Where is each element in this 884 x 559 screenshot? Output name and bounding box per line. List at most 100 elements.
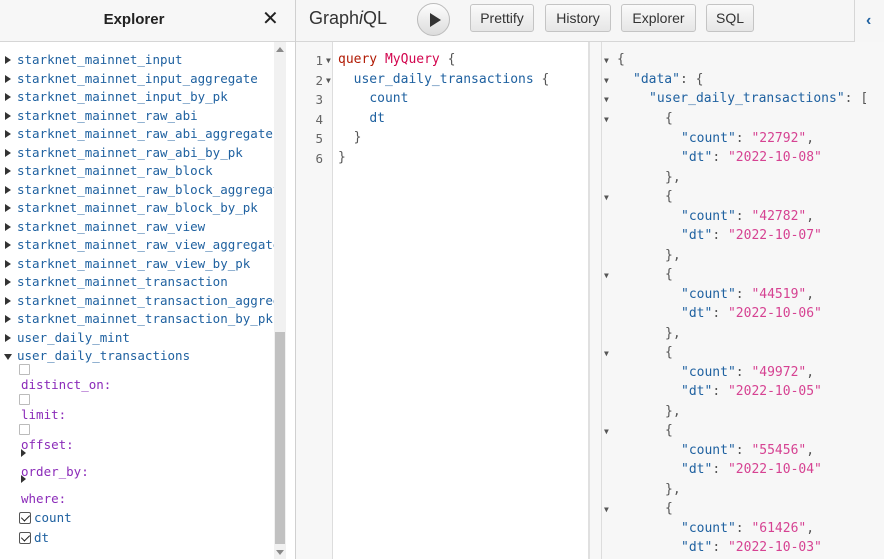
explorer-field-row[interactable]: user_daily_mint [0,329,274,347]
fold-arrow-icon[interactable]: ▼ [604,349,609,358]
fold-arrow-icon[interactable]: ▼ [604,56,609,65]
expand-triangle-icon[interactable] [5,185,11,194]
explorer-field-name[interactable]: starknet_mainnet_raw_view [17,218,205,236]
editor-line-6[interactable]: } [338,150,346,165]
explorer-field-row[interactable]: starknet_mainnet_input_aggregate [0,70,274,88]
explorer-field-row[interactable]: starknet_mainnet_raw_abi_aggregate [0,125,274,143]
expand-triangle-icon[interactable] [5,278,11,286]
field-checkbox-checked[interactable] [19,532,31,544]
expand-triangle-icon[interactable] [5,259,11,268]
explorer-field-row-expanded[interactable]: user_daily_transactions [0,347,274,365]
explorer-field-name[interactable]: starknet_mainnet_input [17,51,183,69]
explorer-button[interactable]: Explorer [621,4,696,32]
argument-label[interactable]: distinct_on: [21,377,111,392]
expand-triangle-icon[interactable] [5,56,11,64]
explorer-field-row[interactable]: starknet_mainnet_input_by_pk [0,88,274,106]
result-dt-line: "dt": "2022-10-04" [681,462,822,477]
argument-label[interactable]: order_by: [21,464,89,479]
explorer-field-name[interactable]: starknet_mainnet_raw_abi [17,107,198,125]
explorer-field-name[interactable]: starknet_mainnet_input_by_pk [17,88,228,106]
collapse-triangle-icon[interactable] [4,354,12,360]
history-button[interactable]: History [545,4,611,32]
explorer-field-row[interactable]: starknet_mainnet_raw_view_aggregate [0,236,274,254]
docs-toggle[interactable]: ‹ [854,0,884,42]
expand-triangle-icon[interactable] [21,475,26,483]
explorer-field-name[interactable]: user_daily_mint [17,329,130,347]
fold-arrow-icon[interactable]: ▼ [326,76,331,85]
argument-label[interactable]: where: [21,491,66,506]
explorer-field-row[interactable]: starknet_mainnet_raw_abi [0,107,274,125]
explorer-field-name[interactable]: user_daily_transactions [17,347,190,365]
explorer-field-name[interactable]: starknet_mainnet_raw_block_by_pk [17,199,258,217]
scroll-down-arrow-icon[interactable] [276,550,284,555]
editor-line-1[interactable]: query MyQuery { [338,52,455,67]
explorer-field-name[interactable]: starknet_mainnet_raw_abi_aggregate [17,125,273,143]
argument-label[interactable]: limit: [21,407,66,422]
run-query-button[interactable] [417,3,450,36]
editor-line-5[interactable]: } [338,130,362,145]
expand-triangle-icon[interactable] [5,333,11,342]
fold-arrow-icon[interactable]: ▼ [604,193,609,202]
expand-triangle-icon[interactable] [5,241,11,249]
editor-line-2[interactable]: user_daily_transactions { [338,72,550,87]
expand-triangle-icon[interactable] [5,130,11,138]
expand-triangle-icon[interactable] [5,315,11,323]
expand-triangle-icon[interactable] [5,167,11,175]
expand-triangle-icon[interactable] [5,296,11,305]
explorer-scrollbar[interactable] [274,42,286,559]
line-number: 2 [315,73,323,88]
fold-arrow-icon[interactable]: ▼ [604,115,609,124]
explorer-field-row[interactable]: starknet_mainnet_transaction [0,273,274,291]
explorer-field-row[interactable]: starknet_mainnet_raw_block [0,162,274,180]
fold-arrow-icon[interactable]: ▼ [326,56,331,65]
explorer-field-row[interactable]: starknet_mainnet_raw_view_by_pk [0,255,274,273]
explorer-field-name[interactable]: starknet_mainnet_transaction_aggregate [17,292,274,310]
expand-triangle-icon[interactable] [5,93,11,101]
query-editor[interactable]: 1 ▼ 2 ▼ 3 4 5 6 query MyQuery { user_daily_tran… [296,42,589,559]
chevron-left-icon[interactable]: ‹ [866,12,871,30]
subfield-label[interactable]: dt [34,530,49,545]
explorer-field-name[interactable]: starknet_mainnet_raw_block_aggregate [17,181,274,199]
result-count-line: "count": "49972", [681,365,815,380]
fold-arrow-icon[interactable]: ▼ [604,76,609,85]
line-number: 6 [315,151,323,166]
fold-arrow-icon[interactable]: ▼ [604,505,609,514]
explorer-field-name[interactable]: starknet_mainnet_raw_view_by_pk [17,255,250,273]
explorer-field-row[interactable]: starknet_mainnet_raw_block_by_pk [0,199,274,217]
scroll-thumb[interactable] [275,332,285,544]
expand-triangle-icon[interactable] [21,449,26,457]
explorer-field-row[interactable]: starknet_mainnet_raw_block_aggregate [0,181,274,199]
explorer-field-name[interactable]: starknet_mainnet_raw_block [17,162,213,180]
explorer-field-name[interactable]: starknet_mainnet_raw_abi_by_pk [17,144,243,162]
subfield-label[interactable]: count [34,510,72,525]
argument-checkbox[interactable] [19,394,30,405]
scroll-up-arrow-icon[interactable] [276,47,284,52]
fold-arrow-icon[interactable]: ▼ [604,95,609,104]
explorer-field-name[interactable]: starknet_mainnet_input_aggregate [17,70,258,88]
explorer-field-row[interactable]: starknet_mainnet_input [0,51,274,69]
argument-checkbox[interactable] [19,364,30,375]
expand-triangle-icon[interactable] [5,111,11,120]
sql-button[interactable]: SQL [706,4,754,32]
prettify-button[interactable]: Prettify [470,4,534,32]
fold-arrow-icon[interactable]: ▼ [604,427,609,436]
expand-triangle-icon[interactable] [5,204,11,212]
expand-triangle-icon[interactable] [5,74,11,83]
editor-line-4[interactable]: dt [338,111,385,126]
argument-label[interactable]: offset: [21,437,74,452]
expand-triangle-icon[interactable] [5,222,11,231]
fold-arrow-icon[interactable]: ▼ [604,271,609,280]
explorer-field-name[interactable]: starknet_mainnet_transaction_by_pk [17,310,273,328]
argument-checkbox[interactable] [19,424,30,435]
explorer-field-row[interactable]: starknet_mainnet_transaction_by_pk [0,310,274,328]
explorer-field-name[interactable]: starknet_mainnet_raw_view_aggregate [17,236,274,254]
explorer-field-name[interactable]: starknet_mainnet_transaction [17,273,228,291]
explorer-field-row[interactable]: starknet_mainnet_raw_view [0,218,274,236]
editor-line-3[interactable]: count [338,91,408,106]
explorer-field-row[interactable]: starknet_mainnet_transaction_aggregate [0,292,274,310]
close-icon[interactable]: ✕ [262,8,279,30]
field-checkbox-checked[interactable] [19,512,31,524]
explorer-field-row[interactable]: starknet_mainnet_raw_abi_by_pk [0,144,274,162]
expand-triangle-icon[interactable] [5,148,11,157]
result-line: { [617,52,625,67]
